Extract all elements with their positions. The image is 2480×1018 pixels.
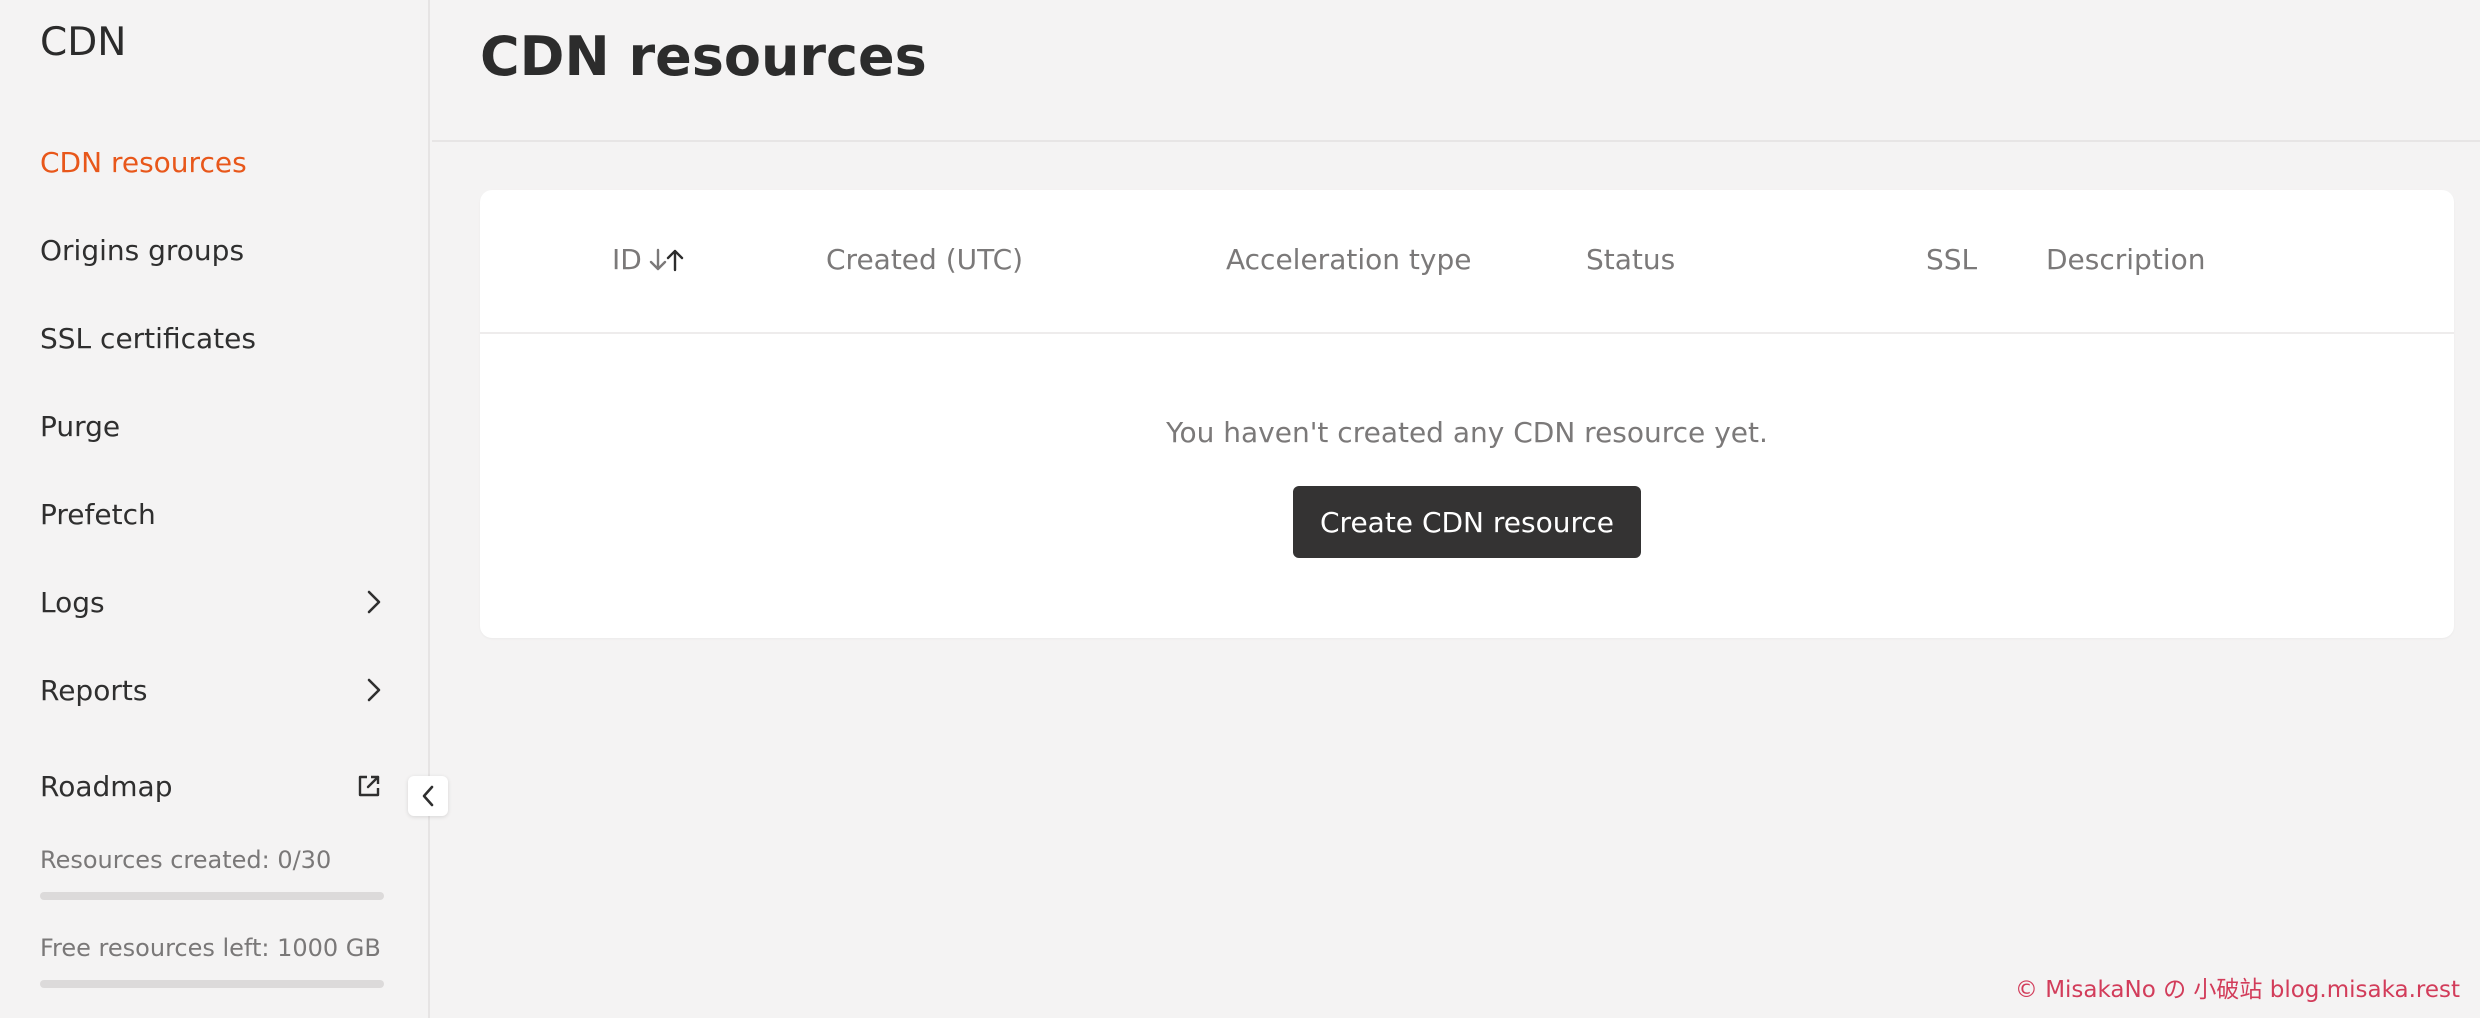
sidebar-item-prefetch[interactable]: Prefetch	[40, 486, 385, 542]
sidebar-item-label: CDN resources	[40, 145, 247, 179]
sidebar-item-purge[interactable]: Purge	[40, 398, 385, 454]
resources-created-label: Resources created: 0/30	[40, 846, 332, 874]
sidebar-item-label: Roadmap	[40, 769, 173, 803]
sort-arrows-icon[interactable]	[648, 246, 686, 274]
sidebar-item-ssl-certificates[interactable]: SSL certificates	[40, 310, 385, 366]
sidebar-item-label: Prefetch	[40, 497, 156, 531]
column-header-label: Acceleration type	[1226, 243, 1472, 276]
column-header-ssl[interactable]: SSL	[1926, 240, 1977, 280]
resources-table-card: ID Created (UTC) Acceleration type Statu…	[480, 190, 2454, 638]
column-header-id[interactable]: ID	[612, 240, 686, 280]
column-header-label: Status	[1586, 243, 1676, 276]
free-resources-progress	[40, 980, 384, 988]
sidebar-item-label: Origins groups	[40, 233, 245, 267]
sidebar-item-label: Reports	[40, 673, 148, 707]
sidebar-item-cdn-resources[interactable]: CDN resources	[40, 134, 385, 190]
column-header-acceleration-type[interactable]: Acceleration type	[1226, 240, 1471, 280]
page-title: CDN resources	[480, 25, 927, 88]
chevron-right-icon	[363, 678, 385, 702]
sidebar-item-roadmap[interactable]: Roadmap	[40, 758, 385, 814]
sidebar: CDN CDN resources Origins groups SSL cer…	[0, 0, 430, 1018]
sidebar-item-logs[interactable]: Logs	[40, 574, 385, 630]
external-link-icon	[355, 772, 383, 800]
sidebar-title: CDN	[40, 20, 127, 65]
chevron-right-icon	[363, 590, 385, 614]
table-header-divider	[480, 332, 2454, 334]
header-divider	[432, 140, 2480, 142]
column-header-label: Description	[2046, 243, 2206, 276]
column-header-label: Created (UTC)	[826, 243, 1024, 276]
empty-state-message: You haven't created any CDN resource yet…	[1166, 416, 1768, 449]
sidebar-item-label: Logs	[40, 585, 105, 619]
column-header-description[interactable]: Description	[2046, 240, 2205, 280]
column-header-label: ID	[612, 243, 642, 276]
sidebar-item-origins-groups[interactable]: Origins groups	[40, 222, 385, 278]
collapse-sidebar-button[interactable]	[408, 776, 448, 816]
watermark: © MisakaNo の 小破站 blog.misaka.rest	[2014, 977, 2460, 1003]
sidebar-item-reports[interactable]: Reports	[40, 662, 385, 718]
column-header-created[interactable]: Created (UTC)	[826, 240, 1023, 280]
free-resources-label: Free resources left: 1000 GB	[40, 934, 381, 962]
resources-created-progress	[40, 892, 384, 900]
sidebar-item-label: Purge	[40, 409, 121, 443]
create-cdn-resource-button[interactable]: Create CDN resource	[1293, 486, 1641, 558]
sidebar-item-label: SSL certificates	[40, 321, 256, 355]
column-header-label: SSL	[1926, 243, 1978, 276]
column-header-status[interactable]: Status	[1586, 240, 1675, 280]
chevron-left-icon	[421, 785, 435, 807]
